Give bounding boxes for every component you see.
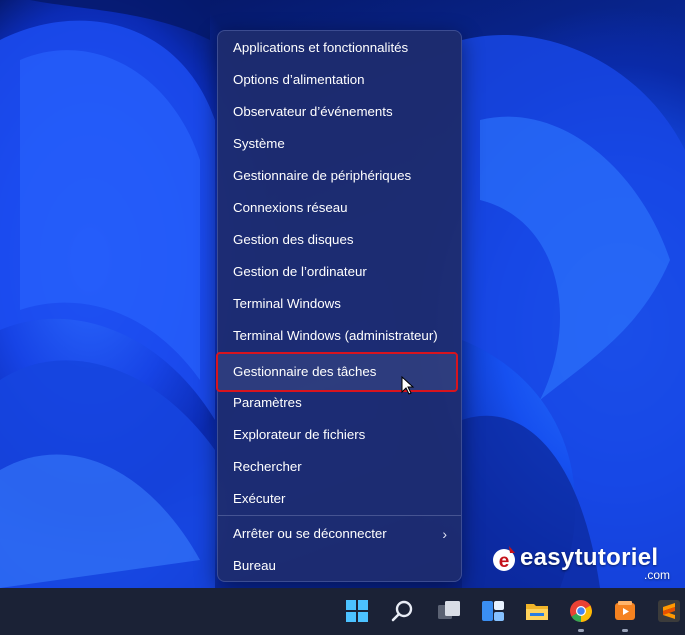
menu-item-desktop[interactable]: Bureau bbox=[218, 550, 463, 582]
file-explorer-icon[interactable] bbox=[524, 598, 550, 624]
taskbar bbox=[0, 588, 685, 635]
menu-item-windows-terminal-admin[interactable]: Terminal Windows (administrateur) bbox=[218, 320, 463, 352]
menu-item-label: Paramètres bbox=[233, 395, 302, 410]
menu-item-power-options[interactable]: Options d’alimentation bbox=[218, 64, 463, 96]
menu-item-file-explorer[interactable]: Explorateur de fichiers bbox=[218, 419, 463, 451]
media-player-running-indicator bbox=[622, 629, 628, 632]
menu-item-run[interactable]: Exécuter bbox=[218, 483, 463, 515]
menu-item-label: Système bbox=[233, 136, 285, 151]
menu-item-label: Terminal Windows (administrateur) bbox=[233, 328, 438, 343]
menu-item-label: Terminal Windows bbox=[233, 296, 341, 311]
menu-item-event-viewer[interactable]: Observateur d’événements bbox=[218, 96, 463, 128]
easytutoriel-logo-icon: e bbox=[493, 546, 515, 572]
sublime-text-icon[interactable] bbox=[656, 598, 682, 624]
menu-item-settings[interactable]: Paramètres bbox=[218, 387, 463, 419]
menu-item-label: Connexions réseau bbox=[233, 200, 348, 215]
watermark-domain: .com bbox=[643, 568, 670, 582]
menu-item-network-connections[interactable]: Connexions réseau bbox=[218, 192, 463, 224]
menu-item-label: Bureau bbox=[233, 558, 276, 573]
menu-item-label: Exécuter bbox=[233, 491, 286, 506]
menu-item-apps-features[interactable]: Applications et fonctionnalités bbox=[218, 32, 463, 64]
menu-item-computer-management[interactable]: Gestion de l’ordinateur bbox=[218, 256, 463, 288]
menu-item-shutdown-signout[interactable]: Arrêter ou se déconnecter › bbox=[218, 518, 463, 550]
task-view-icon[interactable] bbox=[436, 598, 462, 624]
widgets-icon[interactable] bbox=[480, 598, 506, 624]
menu-separator bbox=[218, 515, 461, 516]
menu-item-task-manager[interactable]: Gestionnaire des tâches bbox=[216, 352, 458, 392]
menu-item-label: Gestionnaire des tâches bbox=[233, 364, 377, 379]
menu-item-label: Explorateur de fichiers bbox=[233, 427, 366, 442]
menu-item-search[interactable]: Rechercher bbox=[218, 451, 463, 483]
menu-item-disk-management[interactable]: Gestion des disques bbox=[218, 224, 463, 256]
menu-item-label: Applications et fonctionnalités bbox=[233, 40, 409, 55]
mouse-cursor-icon bbox=[401, 376, 415, 395]
media-player-icon[interactable] bbox=[612, 598, 638, 624]
menu-item-label: Gestion des disques bbox=[233, 232, 354, 247]
svg-text:e: e bbox=[499, 551, 510, 572]
watermark-brand: easytutoriel bbox=[520, 544, 659, 571]
chrome-running-indicator bbox=[578, 629, 584, 632]
chevron-right-icon: › bbox=[442, 526, 447, 542]
windows-start-icon[interactable] bbox=[344, 598, 370, 624]
menu-item-label: Observateur d’événements bbox=[233, 104, 393, 119]
menu-item-label: Gestionnaire de périphériques bbox=[233, 168, 412, 183]
menu-item-label: Options d’alimentation bbox=[233, 72, 365, 87]
winx-context-menu: Applications et fonctionnalités Options … bbox=[216, 30, 463, 582]
search-icon[interactable] bbox=[390, 598, 416, 624]
menu-item-label: Gestion de l’ordinateur bbox=[233, 264, 367, 279]
watermark: e easytutoriel .com bbox=[490, 544, 680, 584]
menu-item-label: Arrêter ou se déconnecter bbox=[233, 526, 387, 541]
chrome-icon[interactable] bbox=[568, 598, 594, 624]
menu-item-system[interactable]: Système bbox=[218, 128, 463, 160]
menu-item-windows-terminal[interactable]: Terminal Windows bbox=[218, 288, 463, 320]
menu-item-device-manager[interactable]: Gestionnaire de périphériques bbox=[218, 160, 463, 192]
menu-item-label: Rechercher bbox=[233, 459, 302, 474]
